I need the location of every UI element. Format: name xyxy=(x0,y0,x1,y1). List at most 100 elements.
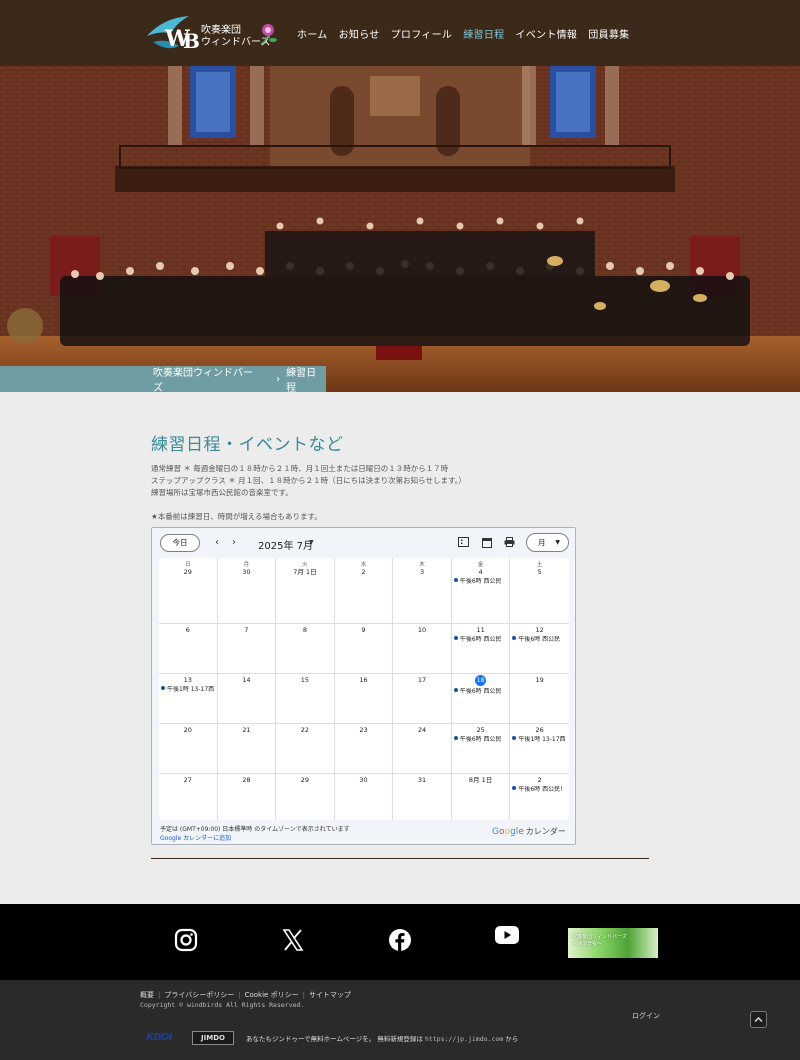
date-number[interactable]: 22 xyxy=(276,726,334,734)
date-number[interactable]: 5 xyxy=(510,568,569,576)
date-number[interactable]: 29 xyxy=(159,568,217,576)
calendar-day-cell[interactable]: 26 午後1時 13-17西 xyxy=(510,724,569,774)
calendar-day-cell[interactable]: 6 xyxy=(159,624,218,674)
schedule-banner[interactable]: 吹奏楽団ウィンドバーズ 〜練習日程〜 xyxy=(568,928,658,958)
calendar-day-cell[interactable]: 22 xyxy=(276,724,335,774)
nav-events[interactable]: イベント情報 xyxy=(515,26,577,41)
calendar-day-cell[interactable]: 10 xyxy=(393,624,452,674)
site-logo[interactable]: W B 吹奏楽団 ウィンドバーズ xyxy=(145,12,280,56)
calendar-event[interactable]: 午後6時 西公民! xyxy=(510,786,569,794)
date-number[interactable]: 27 xyxy=(159,776,217,784)
youtube-icon[interactable] xyxy=(495,926,519,944)
agenda-view-icon[interactable] xyxy=(458,537,469,547)
date-number[interactable]: 8月 1日 xyxy=(452,776,510,784)
calendar-day-cell[interactable]: 9 xyxy=(334,624,394,674)
breadcrumb-home[interactable]: 吹奏楽団ウィンドバーズ xyxy=(153,364,262,392)
add-to-google-calendar-link[interactable]: Google カレンダーに追加 xyxy=(160,833,231,842)
calendar-day-cell[interactable]: 28 xyxy=(218,774,277,820)
date-number[interactable]: 16 xyxy=(335,676,393,684)
month-label[interactable]: 2025年 7月 xyxy=(258,537,313,552)
date-number[interactable]: 10 xyxy=(393,626,451,634)
date-number[interactable]: 14 xyxy=(218,676,276,684)
date-number[interactable]: 28 xyxy=(218,776,276,784)
date-number[interactable]: 4 xyxy=(452,568,510,576)
nav-profile[interactable]: プロフィール xyxy=(391,26,453,41)
date-number[interactable]: 2 xyxy=(510,776,569,784)
calendar-day-cell[interactable]: 24 xyxy=(393,724,452,774)
calendar-day-cell[interactable]: 23 xyxy=(334,724,394,774)
calendar-day-cell[interactable]: 30 xyxy=(335,774,394,820)
calendar-day-cell[interactable]: 13 午後1時 13-17西 xyxy=(159,674,218,724)
calendar-day-cell[interactable]: 11 午後6時 西公民 xyxy=(451,624,511,674)
calendar-event[interactable]: 午後6時 西公民 xyxy=(452,636,510,644)
jimdo-logo[interactable]: JIMDO xyxy=(192,1031,234,1045)
nav-news[interactable]: お知らせ xyxy=(339,26,380,41)
jimdo-signup-link[interactable]: https://jp.jimdo.com xyxy=(425,1035,503,1043)
date-number[interactable]: 19 xyxy=(510,676,569,684)
calendar-day-cell[interactable]: 7 xyxy=(217,624,277,674)
calendar-day-cell[interactable]: 25 午後6時 西公民 xyxy=(451,724,511,774)
calendar-event[interactable]: 午後6時 西公民 xyxy=(452,688,510,696)
date-number[interactable]: 30 xyxy=(218,568,276,576)
date-number[interactable]: 6 xyxy=(159,626,217,634)
calendar-day-cell[interactable]: 15 xyxy=(276,674,335,724)
prev-month-button[interactable]: ‹ xyxy=(215,537,219,548)
login-link[interactable]: ログイン xyxy=(632,1011,660,1021)
date-number[interactable]: 7 xyxy=(218,626,276,634)
date-number[interactable]: 13 xyxy=(159,676,217,684)
calendar-day-cell[interactable]: 27 xyxy=(159,774,218,820)
calendar-day-cell[interactable]: 8 xyxy=(276,624,335,674)
instagram-icon[interactable] xyxy=(174,928,198,952)
calendar-event[interactable]: 午後6時 西公民 xyxy=(510,636,569,644)
google-calendar-brand[interactable]: Google カレンダー xyxy=(492,826,566,837)
back-to-top-button[interactable] xyxy=(750,1011,767,1028)
calendar-day-cell[interactable]: 31 xyxy=(393,774,452,820)
calendar-day-cell[interactable]: 21 xyxy=(217,724,277,774)
calendar-day-cell[interactable]: 20 xyxy=(159,724,218,774)
date-number[interactable]: 15 xyxy=(276,676,334,684)
date-number[interactable]: 2 xyxy=(335,568,393,576)
date-number[interactable]: 12 xyxy=(510,626,569,634)
footer-link-about[interactable]: 概要 xyxy=(140,991,154,999)
calendar-day-cell[interactable]: 8月 1日 xyxy=(452,774,511,820)
date-number[interactable]: 25 xyxy=(452,726,510,734)
date-number[interactable]: 9 xyxy=(335,626,393,634)
next-month-button[interactable]: › xyxy=(232,537,236,548)
nav-schedule[interactable]: 練習日程 xyxy=(463,26,504,41)
date-number[interactable]: 24 xyxy=(393,726,451,734)
date-number[interactable]: 30 xyxy=(335,776,393,784)
calendar-event[interactable]: 午後1時 13-17西 xyxy=(159,686,217,694)
month-dropdown-icon[interactable]: ▼ xyxy=(309,539,314,546)
footer-link-cookie[interactable]: Cookie ポリシー xyxy=(245,991,299,999)
view-select[interactable]: 月 ▼ xyxy=(526,533,569,552)
date-number[interactable]: 29 xyxy=(276,776,334,784)
today-date-number[interactable]: 18 xyxy=(475,675,487,686)
calendar-day-cell[interactable]: 16 xyxy=(334,674,394,724)
calendar-day-cell[interactable]: 29 xyxy=(159,566,218,624)
calendar-day-cell[interactable]: 29 xyxy=(276,774,335,820)
calendar-event[interactable]: 午後6時 西公民 xyxy=(452,578,510,586)
date-number[interactable]: 11 xyxy=(452,626,510,634)
date-number[interactable]: 3 xyxy=(393,568,451,576)
calendar-day-cell[interactable]: 7月 1日 xyxy=(276,566,335,624)
date-number[interactable]: 7月 1日 xyxy=(276,568,334,576)
calendar-day-cell[interactable]: 18 午後6時 西公民 xyxy=(451,674,511,724)
print-icon[interactable] xyxy=(504,537,515,547)
calendar-day-cell[interactable]: 5 xyxy=(510,566,569,624)
calendar-day-cell[interactable]: 30 xyxy=(217,566,277,624)
date-number[interactable]: 17 xyxy=(393,676,451,684)
calendar-day-cell[interactable]: 17 xyxy=(393,674,452,724)
today-button[interactable]: 今日 xyxy=(160,534,200,552)
date-number[interactable]: 26 xyxy=(510,726,569,734)
footer-link-sitemap[interactable]: サイトマップ xyxy=(309,991,351,999)
date-number[interactable]: 8 xyxy=(276,626,334,634)
calendar-day-cell[interactable]: 12 午後6時 西公民 xyxy=(510,624,569,674)
facebook-icon[interactable] xyxy=(388,928,412,952)
calendar-day-cell[interactable]: 2 xyxy=(334,566,394,624)
calendar-event[interactable]: 午後1時 13-17西 xyxy=(510,736,569,744)
date-number[interactable]: 21 xyxy=(218,726,276,734)
calendar-day-cell[interactable]: 14 xyxy=(217,674,277,724)
calendar-view-icon[interactable] xyxy=(482,537,492,548)
nav-recruit[interactable]: 団員募集 xyxy=(588,26,629,41)
date-number[interactable]: 31 xyxy=(393,776,451,784)
